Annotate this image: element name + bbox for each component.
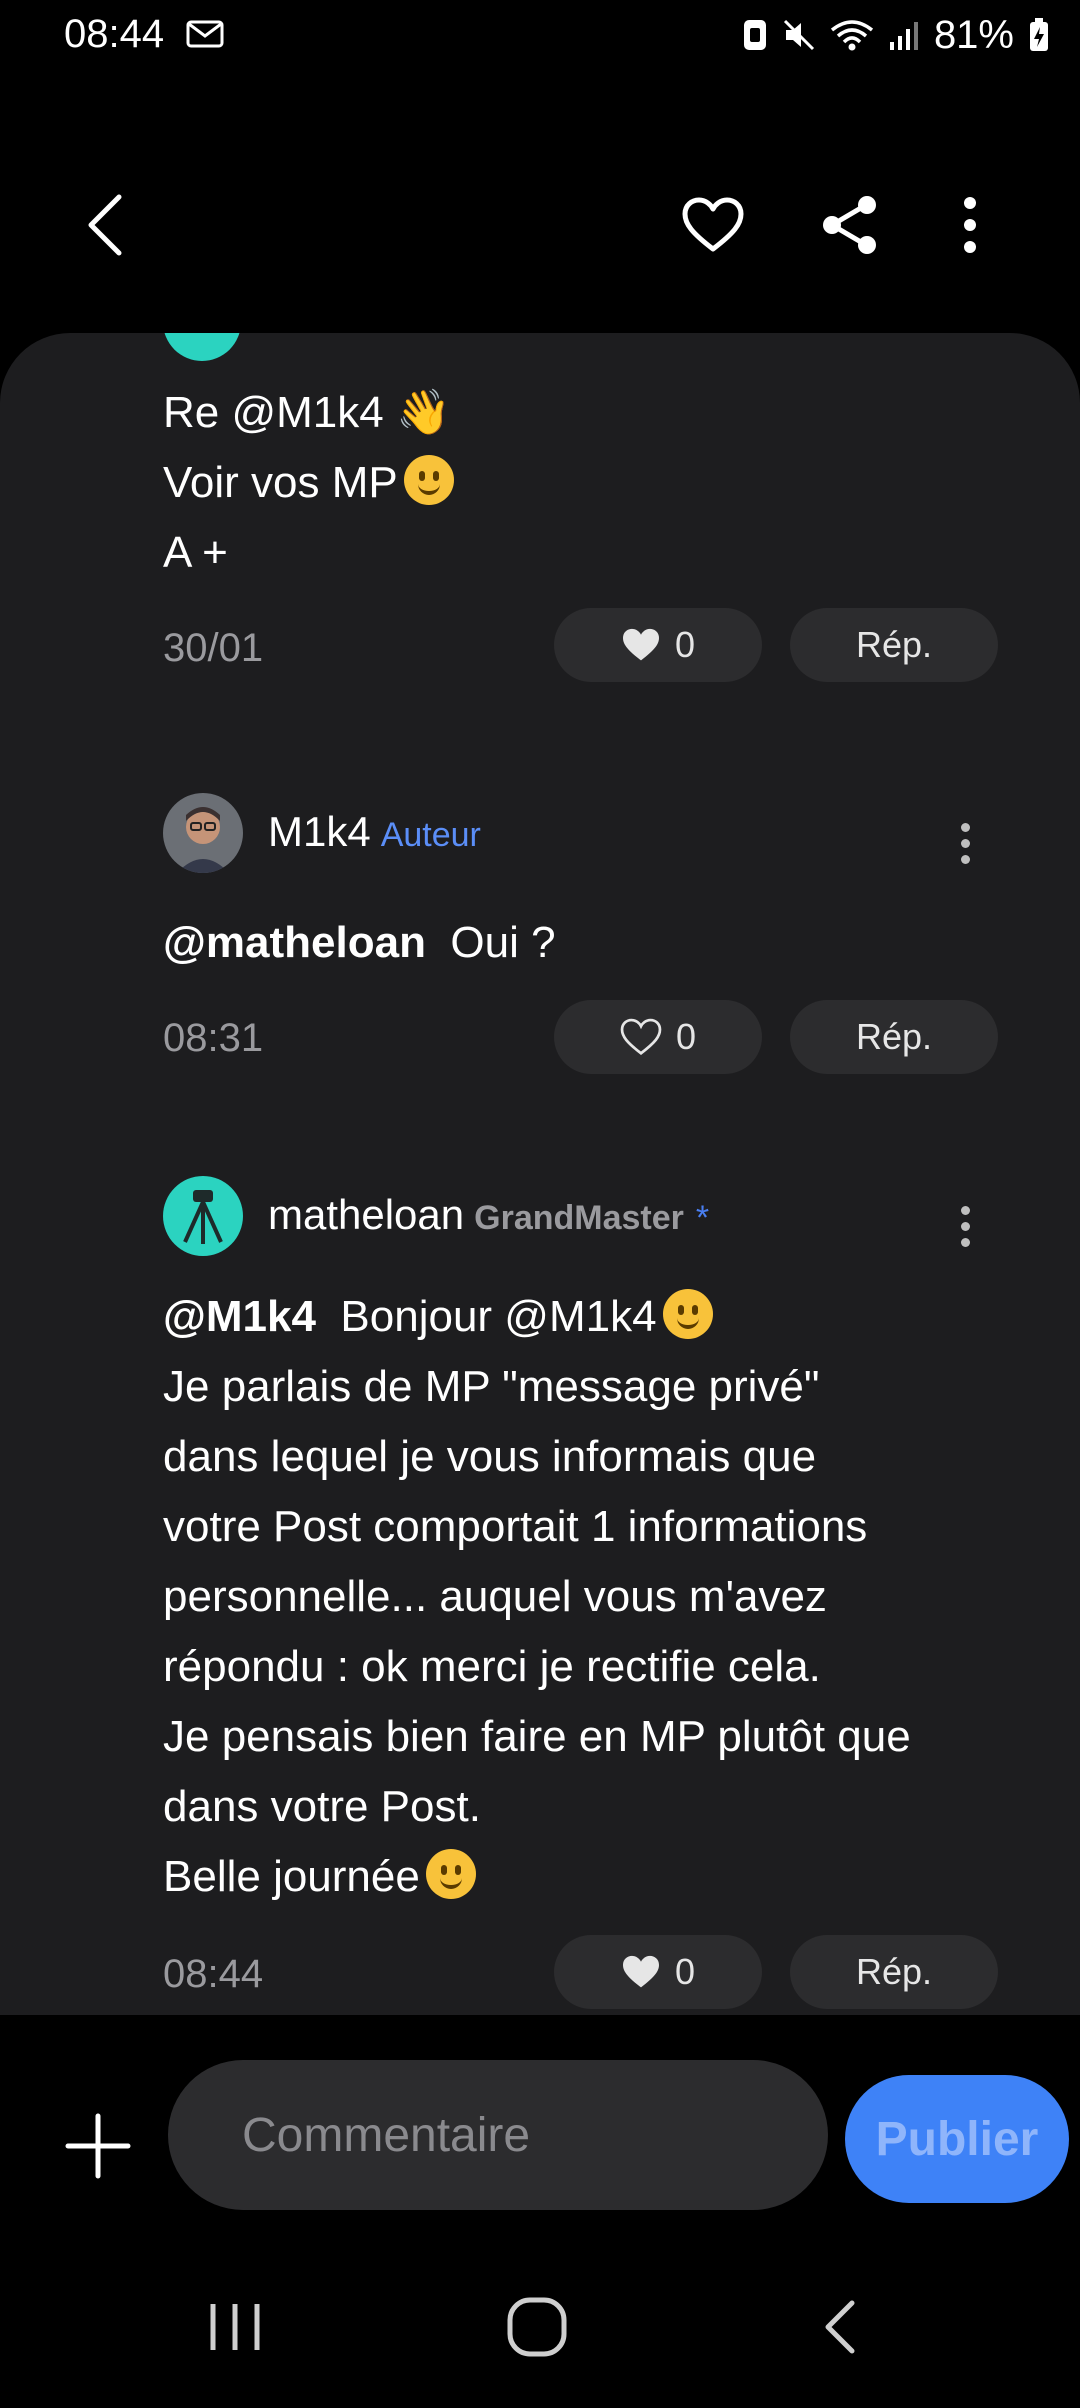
like-count: 0: [675, 1016, 697, 1057]
comment-composer: Publier: [0, 2015, 1080, 2245]
smiley-emoji-icon: [425, 1849, 476, 1899]
comment-text: Re @M1k4 👋 Voir vos MP A +: [163, 378, 454, 588]
reply-button[interactable]: Rép.: [790, 1000, 998, 1074]
heart-icon: [622, 628, 659, 661]
heart-icon: [682, 197, 744, 252]
comment-more-button[interactable]: [945, 813, 985, 873]
mute-icon: [783, 19, 814, 51]
top-app-bar: [0, 180, 1080, 280]
battery-icon: [1030, 18, 1048, 51]
nav-back-icon[interactable]: [820, 2297, 860, 2357]
comment-line: dans lequel je vous informais que: [163, 1432, 817, 1481]
more-vertical-icon: [964, 197, 976, 253]
reply-button[interactable]: Rép.: [790, 1935, 998, 2009]
back-button[interactable]: [60, 180, 150, 270]
more-options-button[interactable]: [925, 180, 1015, 270]
rank-badge: GrandMaster: [474, 1199, 684, 1237]
comment-line: Belle journée: [163, 1852, 420, 1901]
share-button[interactable]: [805, 180, 895, 270]
user-photo: [163, 793, 243, 873]
comment-more-button[interactable]: [945, 1196, 985, 1256]
heart-icon: [622, 1955, 659, 1988]
comment-line: Voir vos MP: [163, 458, 398, 507]
username: matheloan: [268, 1191, 465, 1238]
status-bar: 08:44 81%: [0, 0, 1080, 70]
comment-line: Je pensais bien faire en MP plutôt que: [163, 1712, 911, 1761]
wifi-icon: [830, 20, 874, 51]
like-count: 0: [674, 624, 696, 665]
publish-button[interactable]: Publier: [845, 2075, 1069, 2203]
home-icon[interactable]: [505, 2295, 569, 2359]
comment-date: 30/01: [163, 626, 264, 670]
comment-line: Bonjour @M1k4: [340, 1292, 657, 1341]
comment-line: Re @M1k4 👋: [163, 388, 451, 437]
like-button[interactable]: 0: [554, 1000, 762, 1074]
like-count: 0: [674, 1951, 696, 1992]
comments-sheet: Re @M1k4 👋 Voir vos MP A + 30/01 0 Rép.: [0, 333, 1080, 2015]
avatar: [163, 333, 241, 361]
mention[interactable]: @matheloan: [163, 918, 426, 967]
heart-outline-icon: [620, 1018, 662, 1055]
nfc-icon: [743, 20, 766, 50]
comment-text: @M1k4 Bonjour @M1k4 Je parlais de MP "me…: [163, 1282, 911, 1912]
more-vertical-icon: [960, 822, 970, 832]
username: M1k4: [268, 808, 371, 855]
battery-percent: 81%: [933, 12, 1014, 57]
avatar[interactable]: [163, 1176, 243, 1256]
status-icons: 81%: [742, 10, 1050, 60]
comment-date: 08:44: [163, 1952, 264, 1996]
comment-line: A +: [163, 528, 228, 577]
comment-line: Oui ?: [450, 918, 556, 967]
status-time: 08:44: [64, 12, 165, 56]
back-arrow-icon: [88, 194, 122, 256]
like-button[interactable]: 0: [554, 608, 762, 682]
rank-star: *: [695, 1199, 710, 1237]
like-button[interactable]: 0: [554, 1935, 762, 2009]
recents-icon[interactable]: [205, 2300, 265, 2354]
comment-line: répondu : ok merci je rectifie cela.: [163, 1642, 821, 1691]
smiley-emoji-icon: [662, 1289, 713, 1339]
comment-input[interactable]: [168, 2060, 828, 2210]
share-icon: [823, 196, 876, 254]
comment-author[interactable]: matheloan GrandMaster *: [268, 1191, 709, 1239]
mention[interactable]: @M1k4: [163, 1292, 316, 1341]
author-badge: Auteur: [380, 816, 481, 854]
comment-line: votre Post comportait 1 informations: [163, 1502, 868, 1551]
comment-line: personnelle... auquel vous m'avez: [163, 1572, 827, 1621]
system-nav-bar: [0, 2245, 1080, 2408]
mail-icon: [186, 20, 224, 48]
comment-line: Je parlais de MP "message privé": [163, 1362, 820, 1411]
signal-icon: [889, 22, 918, 50]
comment-text: @matheloan Oui ?: [163, 908, 556, 978]
comment-author[interactable]: M1k4 Auteur: [268, 808, 481, 856]
smiley-emoji-icon: [403, 455, 454, 505]
tripod-avatar-icon: [183, 1190, 223, 1244]
more-vertical-icon: [960, 1205, 970, 1215]
plus-icon[interactable]: [62, 2110, 134, 2182]
comment-line: dans votre Post.: [163, 1782, 481, 1831]
avatar[interactable]: [163, 793, 243, 873]
like-post-button[interactable]: [668, 180, 758, 270]
reply-button[interactable]: Rép.: [790, 608, 998, 682]
comment-date: 08:31: [163, 1016, 264, 1060]
